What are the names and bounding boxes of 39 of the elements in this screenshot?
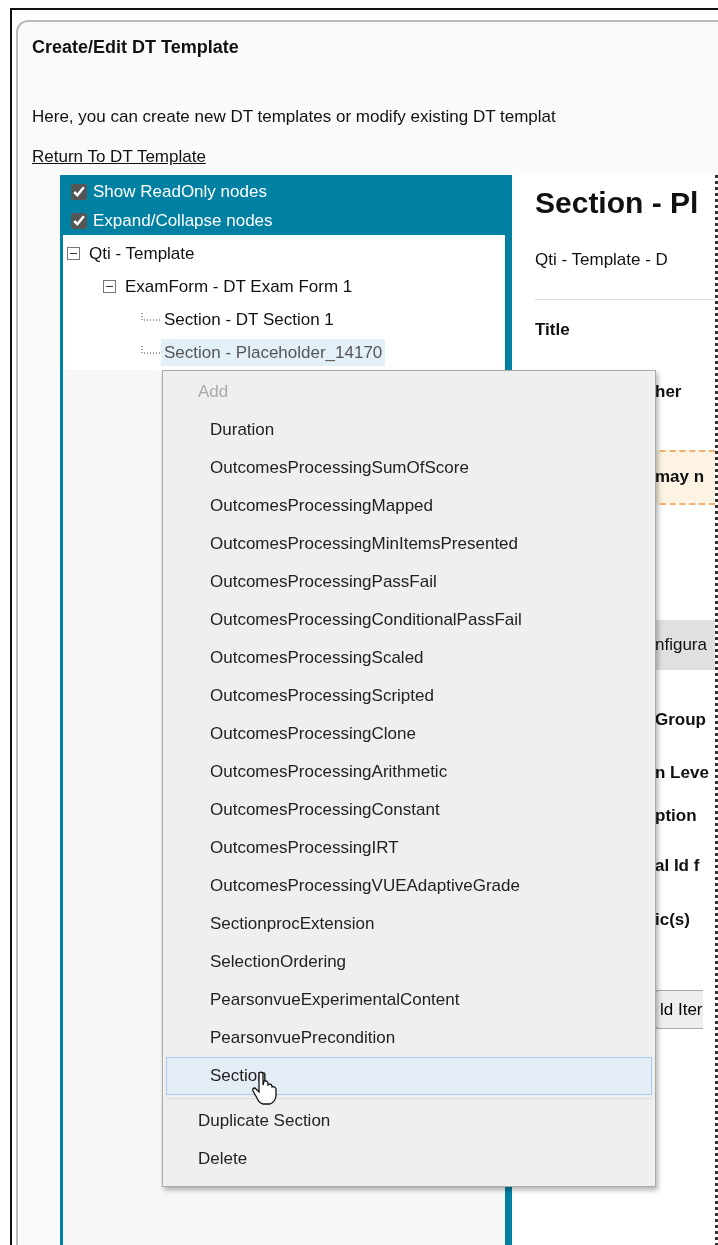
collapse-icon[interactable] bbox=[67, 247, 80, 260]
return-link[interactable]: Return To DT Template bbox=[32, 143, 206, 169]
menu-item[interactable]: OutcomesProcessingScripted bbox=[166, 677, 652, 715]
menu-item[interactable]: Duration bbox=[166, 411, 652, 449]
menu-item[interactable]: SelectionOrdering bbox=[166, 943, 652, 981]
tree-node[interactable]: Qti - Template bbox=[86, 239, 198, 268]
checkbox-label: Show ReadOnly nodes bbox=[93, 180, 267, 203]
checkbox[interactable] bbox=[71, 183, 87, 200]
field-label: her bbox=[654, 381, 683, 404]
add-item-button[interactable]: ld Iter bbox=[655, 989, 703, 1030]
field-label: ic(s) bbox=[654, 908, 691, 931]
field-label: Group bbox=[654, 708, 707, 731]
menu-item[interactable]: OutcomesProcessingMinItemsPresented bbox=[166, 525, 652, 563]
checkbox[interactable] bbox=[71, 212, 87, 229]
description-text: Here, you can create new DT templates or modify existing DT templat bbox=[32, 106, 557, 128]
menu-item[interactable]: OutcomesProcessingVUEAdaptiveGrade bbox=[166, 867, 652, 905]
menu-header: Add bbox=[166, 373, 652, 411]
menu-item[interactable]: Delete bbox=[166, 1140, 652, 1178]
tree-node[interactable]: Section - DT Section 1 bbox=[161, 305, 337, 334]
menu-item[interactable]: SectionprocExtension bbox=[166, 905, 652, 943]
field-label: al Id f bbox=[654, 854, 701, 877]
menu-item[interactable]: OutcomesProcessingClone bbox=[166, 715, 652, 753]
breadcrumb-text: Qti - Template - D bbox=[535, 249, 669, 271]
field-label: Title bbox=[535, 318, 571, 341]
tree-node[interactable]: ExamForm - DT Exam Form 1 bbox=[122, 272, 356, 301]
field-label: ption bbox=[654, 804, 698, 827]
panel-title: Create/Edit DT Template bbox=[32, 36, 240, 58]
menu-item[interactable]: PearsonvuePrecondition bbox=[166, 1019, 652, 1057]
menu-item[interactable]: OutcomesProcessingArithmetic bbox=[166, 753, 652, 791]
detail-heading: Section - Pl bbox=[535, 185, 700, 221]
menu-item[interactable]: OutcomesProcessingPassFail bbox=[166, 563, 652, 601]
menu-item[interactable]: OutcomesProcessingConstant bbox=[166, 791, 652, 829]
menu-item[interactable]: PearsonvueExperimentalContent bbox=[166, 981, 652, 1019]
field-label: n Leve bbox=[654, 761, 710, 784]
collapse-icon[interactable] bbox=[103, 280, 116, 293]
tree-node[interactable]: Section - Placeholder_14170 bbox=[161, 338, 386, 367]
checkbox-label: Expand/Collapse nodes bbox=[93, 209, 273, 232]
menu-item[interactable]: Duplicate Section bbox=[166, 1102, 652, 1140]
menu-item[interactable]: OutcomesProcessingIRT bbox=[166, 829, 652, 867]
